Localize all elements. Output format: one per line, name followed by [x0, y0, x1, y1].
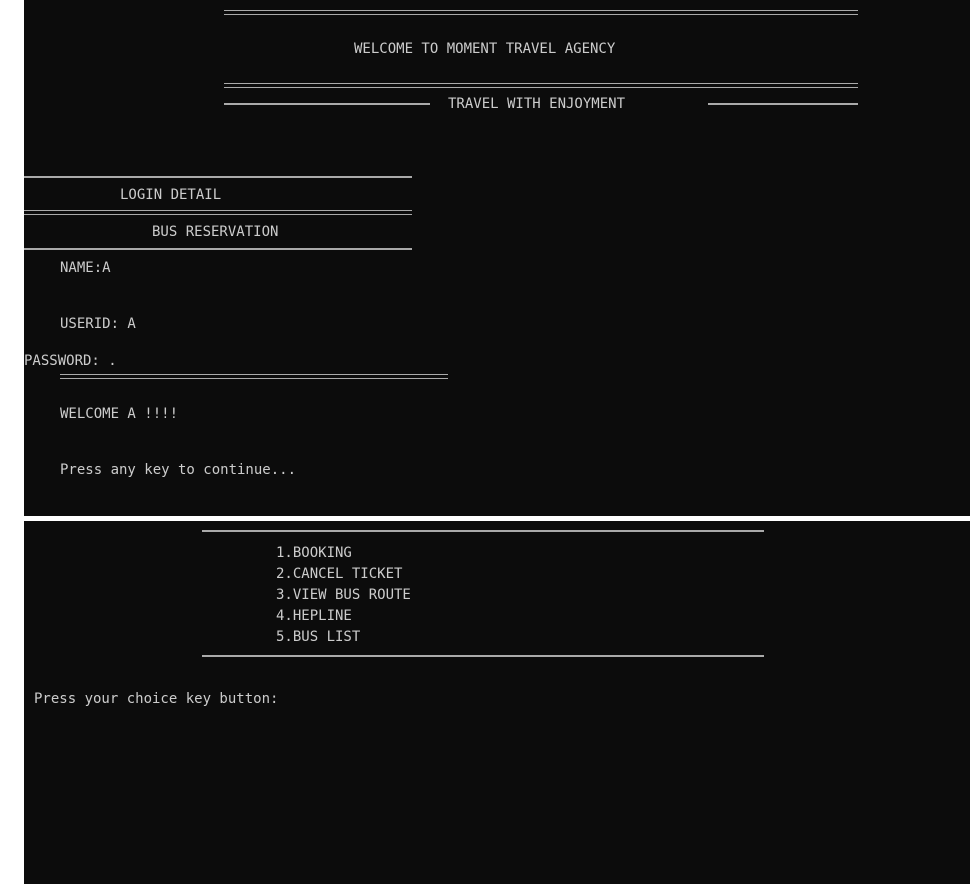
continue-prompt: Press any key to continue...	[60, 462, 297, 478]
login-console-window: WELCOME TO MOMENT TRAVEL AGENCY TRAVEL W…	[24, 0, 970, 516]
agency-title: WELCOME TO MOMENT TRAVEL AGENCY	[354, 41, 616, 57]
menu-item-helpline: 4.HEPLINE	[276, 608, 352, 624]
bus-reservation-rule	[24, 248, 412, 250]
menu-item-view-bus-route: 3.VIEW BUS ROUTE	[276, 587, 411, 603]
bus-reservation-heading: BUS RESERVATION	[152, 224, 279, 240]
name-field: NAME:A	[60, 260, 111, 276]
tagline: TRAVEL WITH ENJOYMENT	[448, 96, 626, 112]
tagline-rule-right	[708, 103, 858, 105]
choice-prompt[interactable]: Press your choice key button:	[34, 690, 278, 708]
menu-item-booking: 1.BOOKING	[276, 545, 352, 561]
menu-item-bus-list: 5.BUS LIST	[276, 629, 361, 645]
menu-console-window: 1.BOOKING 2.CANCEL TICKET 3.VIEW BUS ROU…	[24, 521, 970, 884]
welcome-message: WELCOME A !!!!	[60, 406, 179, 422]
title-rule-top	[224, 10, 858, 15]
menu-item-cancel-ticket: 2.CANCEL TICKET	[276, 566, 403, 582]
login-detail-rule-top	[24, 176, 412, 178]
title-rule-bottom	[224, 83, 858, 88]
section-divider	[24, 210, 412, 215]
credentials-rule	[60, 374, 448, 379]
password-field: PASSWORD: .	[24, 353, 117, 369]
tagline-rule-left	[224, 103, 430, 105]
menu-rule-top	[202, 530, 764, 532]
menu-rule-bottom	[202, 655, 764, 657]
userid-field: USERID: A	[60, 316, 136, 332]
login-detail-heading: LOGIN DETAIL	[120, 187, 222, 203]
